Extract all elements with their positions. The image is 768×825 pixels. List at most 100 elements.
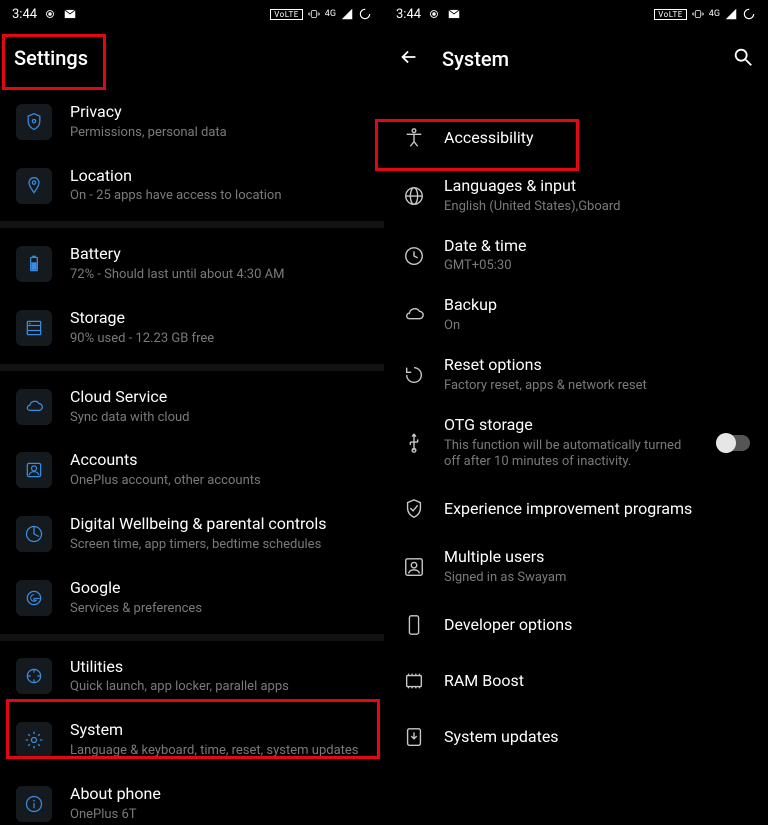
row-info[interactable]: About phoneOnePlus 6T bbox=[0, 772, 384, 825]
system-list: AccessibilityLanguages & inputEnglish (U… bbox=[384, 110, 768, 765]
row-title: System updates bbox=[444, 727, 750, 748]
row-body: Digital Wellbeing & parental controls Scr… bbox=[70, 514, 368, 554]
row-google[interactable]: Google Services & preferences bbox=[0, 566, 384, 630]
search-button[interactable] bbox=[732, 46, 754, 72]
row-battery[interactable]: Battery72% - Should last until about 4:3… bbox=[0, 232, 384, 296]
row-pin[interactable]: LocationOn - 25 apps have access to loca… bbox=[0, 154, 384, 218]
row-clock[interactable]: Date & timeGMT+05:30 bbox=[384, 226, 768, 286]
row-title: Privacy bbox=[70, 102, 368, 123]
row-subtitle: OnePlus 6T bbox=[70, 807, 368, 824]
clock-icon bbox=[402, 244, 426, 268]
mail-icon bbox=[447, 7, 461, 21]
row-usb[interactable]: OTG storageThis function will be automat… bbox=[384, 405, 768, 482]
row-title: RAM Boost bbox=[444, 671, 750, 692]
toggle-usb[interactable] bbox=[716, 435, 750, 451]
dev-icon bbox=[402, 613, 426, 637]
row-cloud[interactable]: BackupOn bbox=[384, 285, 768, 345]
separator bbox=[0, 364, 384, 371]
row-title: Storage bbox=[70, 308, 368, 329]
storage-icon bbox=[16, 310, 52, 346]
status-time: 3:44 bbox=[12, 7, 37, 22]
row-body: AccountsOnePlus account, other accounts bbox=[70, 450, 368, 490]
row-body: Battery72% - Should last until about 4:3… bbox=[70, 244, 368, 284]
row-subtitle: Factory reset, apps & network reset bbox=[444, 378, 750, 395]
row-title: OTG storage bbox=[444, 415, 698, 436]
highlight-accessibility bbox=[375, 119, 579, 171]
row-title: Languages & input bbox=[444, 176, 750, 197]
highlight-settings bbox=[2, 34, 106, 90]
shieldchk-icon bbox=[402, 497, 426, 521]
row-title: Reset options bbox=[444, 355, 750, 376]
row-body: Google Services & preferences bbox=[70, 578, 368, 618]
row-account[interactable]: AccountsOnePlus account, other accounts bbox=[0, 438, 384, 502]
row-body: Storage 90% used - 12.23 GB free bbox=[70, 308, 368, 348]
shield-icon bbox=[16, 104, 52, 140]
row-body: OTG storageThis function will be automat… bbox=[444, 415, 698, 472]
row-body: Multiple usersSigned in as Swayam bbox=[444, 547, 750, 587]
row-subtitle: Screen time, app timers, bedtime schedul… bbox=[70, 537, 368, 554]
status-time: 3:44 bbox=[396, 7, 421, 22]
info-icon bbox=[16, 786, 52, 822]
row-ram[interactable]: RAM Boost bbox=[384, 653, 768, 709]
usb-icon bbox=[402, 431, 426, 455]
row-wellbeing[interactable]: Digital Wellbeing & parental controls Scr… bbox=[0, 502, 384, 566]
row-subtitle: Permissions, personal data bbox=[70, 125, 368, 142]
row-title: Multiple users bbox=[444, 547, 750, 568]
highlight-system bbox=[6, 699, 380, 759]
account-icon bbox=[16, 452, 52, 488]
row-title: Digital Wellbeing & parental controls bbox=[70, 514, 368, 535]
battery-icon bbox=[16, 246, 52, 282]
row-body: Developer options bbox=[444, 615, 750, 636]
reset-icon bbox=[402, 363, 426, 387]
separator bbox=[0, 634, 384, 641]
row-title: Developer options bbox=[444, 615, 750, 636]
row-body: LocationOn - 25 apps have access to loca… bbox=[70, 166, 368, 206]
row-title: Google bbox=[70, 578, 368, 599]
page-title: System bbox=[442, 47, 509, 71]
system-header: System bbox=[384, 28, 768, 92]
row-dev[interactable]: Developer options bbox=[384, 597, 768, 653]
status-bar: 3:44 VoLTE 4G bbox=[0, 0, 384, 28]
row-body: Languages & input English (United States)… bbox=[444, 176, 750, 216]
row-subtitle: 90% used - 12.23 GB free bbox=[70, 331, 368, 348]
row-title: Cloud Service bbox=[70, 387, 368, 408]
row-update[interactable]: System updates bbox=[384, 709, 768, 765]
row-body: Cloud ServiceSync data with cloud bbox=[70, 387, 368, 427]
google-icon bbox=[16, 580, 52, 616]
volte-indicator: VoLTE bbox=[654, 9, 687, 20]
utilities-icon bbox=[16, 658, 52, 694]
row-shieldchk[interactable]: Experience improvement programs bbox=[384, 481, 768, 537]
row-subtitle: On bbox=[444, 318, 750, 335]
row-users[interactable]: Multiple usersSigned in as Swayam bbox=[384, 537, 768, 597]
row-body: UtilitiesQuick launch, app locker, paral… bbox=[70, 657, 368, 697]
row-subtitle: 72% - Should last until about 4:30 AM bbox=[70, 267, 368, 284]
network-type: 4G bbox=[325, 9, 336, 19]
wellbeing-icon bbox=[16, 516, 52, 552]
vibrate-icon bbox=[307, 7, 321, 21]
row-subtitle: GMT+05:30 bbox=[444, 258, 750, 275]
row-body: Date & timeGMT+05:30 bbox=[444, 236, 750, 276]
row-title: Experience improvement programs bbox=[444, 499, 750, 520]
row-storage[interactable]: Storage 90% used - 12.23 GB free bbox=[0, 296, 384, 360]
users-icon bbox=[402, 555, 426, 579]
row-body: RAM Boost bbox=[444, 671, 750, 692]
row-globe[interactable]: Languages & input English (United States)… bbox=[384, 166, 768, 226]
row-title: Utilities bbox=[70, 657, 368, 678]
row-body: About phoneOnePlus 6T bbox=[70, 784, 368, 824]
ram-icon bbox=[402, 669, 426, 693]
row-cloud[interactable]: Cloud ServiceSync data with cloud bbox=[0, 375, 384, 439]
row-subtitle: On - 25 apps have access to location bbox=[70, 188, 368, 205]
row-shield[interactable]: Privacy Permissions, personal data bbox=[0, 90, 384, 154]
pin-icon bbox=[16, 168, 52, 204]
row-subtitle: Services & preferences bbox=[70, 601, 368, 618]
row-body: Experience improvement programs bbox=[444, 499, 750, 520]
back-button[interactable] bbox=[398, 46, 420, 72]
row-reset[interactable]: Reset options Factory reset, apps & netwo… bbox=[384, 345, 768, 405]
record-icon bbox=[43, 7, 57, 21]
row-subtitle: English (United States),Gboard bbox=[444, 199, 750, 216]
network-type: 4G bbox=[709, 9, 720, 19]
volte-indicator: VoLTE bbox=[270, 9, 303, 20]
row-title: Date & time bbox=[444, 236, 750, 257]
row-body: System updates bbox=[444, 727, 750, 748]
row-body: Privacy Permissions, personal data bbox=[70, 102, 368, 142]
